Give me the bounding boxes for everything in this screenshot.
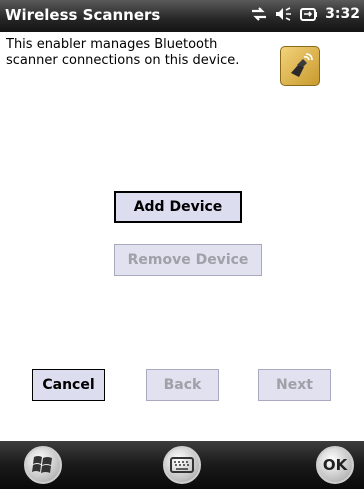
soft-key-bar: OK	[0, 441, 364, 489]
title-bar: Wireless Scanners 3:32	[0, 0, 364, 32]
speaker-icon	[275, 6, 293, 22]
windows-start-icon[interactable]	[24, 446, 62, 484]
status-area: 3:32	[250, 6, 360, 22]
description-text: This enabler manages Bluetooth scanner c…	[6, 37, 240, 68]
app-title: Wireless Scanners	[5, 6, 161, 24]
ok-button[interactable]: OK	[316, 446, 354, 484]
back-button[interactable]: Back	[146, 369, 219, 401]
network-icon	[250, 6, 268, 22]
keyboard-icon[interactable]	[163, 446, 201, 484]
cancel-button[interactable]: Cancel	[32, 369, 105, 401]
clock: 3:32	[325, 6, 360, 22]
next-button[interactable]: Next	[258, 369, 331, 401]
remove-device-button[interactable]: Remove Device	[114, 244, 262, 276]
battery-icon	[300, 6, 318, 22]
add-device-button[interactable]: Add Device	[114, 191, 242, 223]
scanner-icon	[280, 46, 320, 86]
